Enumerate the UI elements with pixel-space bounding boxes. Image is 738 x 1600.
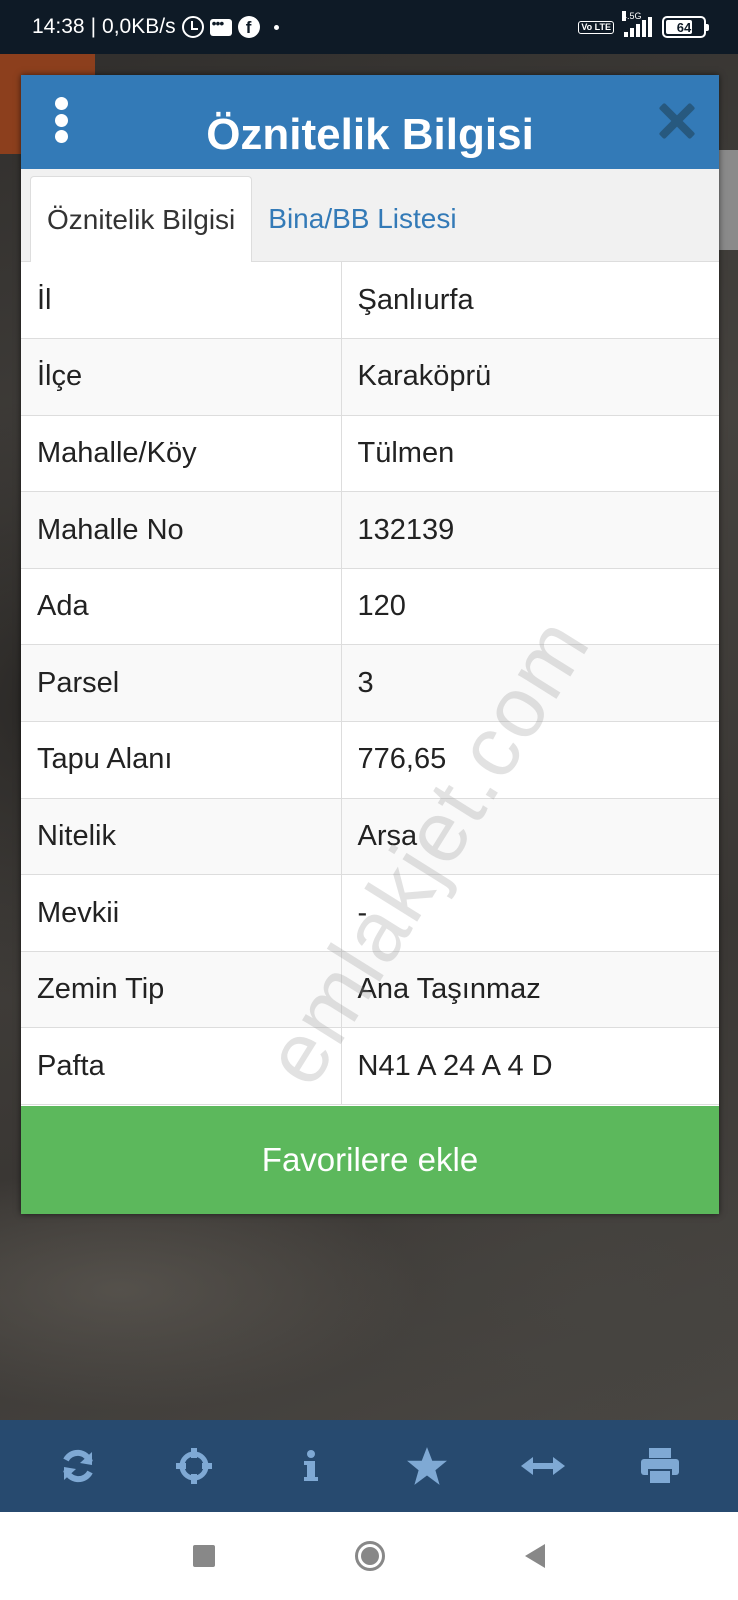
kebab-menu-icon[interactable] — [54, 97, 68, 143]
attribute-key: Zemin Tip — [21, 951, 342, 1029]
print-button[interactable] — [630, 1436, 690, 1496]
status-left: 14:38 | 0,0KB/s f — [32, 15, 279, 39]
table-row: Nitelik Arsa — [21, 798, 719, 876]
battery-level: 64 — [676, 19, 692, 35]
table-row: Ada 120 — [21, 568, 719, 646]
attribute-value: Tülmen — [341, 415, 719, 493]
measure-icon — [521, 1457, 566, 1475]
map-toolbar — [0, 1420, 738, 1512]
refresh-button[interactable] — [48, 1436, 108, 1496]
attribute-value: - — [341, 874, 719, 952]
battery-icon: 64 — [662, 16, 709, 38]
facebook-icon: f — [237, 16, 260, 38]
home-icon[interactable] — [355, 1541, 385, 1571]
table-row: İl Şanlıurfa — [21, 262, 719, 340]
volte-icon: Vo LTE — [578, 20, 614, 34]
attribute-value: Ana Taşınmaz — [341, 951, 719, 1029]
recent-apps-icon[interactable] — [193, 1545, 215, 1567]
attribute-value: Karaköprü — [341, 338, 719, 416]
status-time: 14:38 — [32, 15, 85, 38]
attribute-value: 132139 — [341, 491, 719, 569]
measure-button[interactable] — [513, 1436, 573, 1496]
table-row: İlçe Karaköprü — [21, 338, 719, 416]
table-row: Mahalle No 132139 — [21, 491, 719, 569]
system-nav-bar — [0, 1512, 738, 1600]
attribute-key: Mahalle No — [21, 491, 342, 569]
table-row: Tapu Alanı 776,65 — [21, 721, 719, 799]
crosshair-icon — [176, 1448, 213, 1484]
attribute-key: Tapu Alanı — [21, 721, 342, 799]
back-icon[interactable] — [525, 1544, 545, 1568]
attribute-key: Parsel — [21, 644, 342, 723]
attribute-key: Nitelik — [21, 798, 342, 876]
attribute-dialog: Öznitelik Bilgisi Öznitelik Bilgisi Bina… — [21, 75, 719, 1214]
status-right: Vo LTE 4.5G 64 — [578, 11, 709, 38]
alarm-icon — [181, 16, 204, 38]
tab-attribute-info[interactable]: Öznitelik Bilgisi — [30, 176, 253, 262]
attribute-value: 120 — [341, 568, 719, 646]
table-row: Parsel 3 — [21, 644, 719, 723]
network-type: 4.5G — [622, 11, 642, 21]
attribute-key: İl — [21, 262, 342, 340]
dialog-title: Öznitelik Bilgisi — [206, 110, 534, 159]
close-icon[interactable] — [659, 103, 695, 139]
table-row: Zemin Tip Ana Taşınmaz — [21, 951, 719, 1029]
favorites-button[interactable] — [397, 1436, 457, 1496]
attribute-value: Şanlıurfa — [341, 262, 719, 340]
attribute-key: Mevkii — [21, 874, 342, 952]
info-button[interactable] — [281, 1436, 341, 1496]
attribute-key: Ada — [21, 568, 342, 646]
info-icon — [303, 1450, 318, 1481]
print-icon — [640, 1448, 679, 1485]
add-favorite-button[interactable]: Favorilere ekle — [21, 1106, 719, 1214]
attribute-value: 776,65 — [341, 721, 719, 799]
tab-building-list[interactable]: Bina/BB Listesi — [252, 176, 472, 261]
attribute-value: Arsa — [341, 798, 719, 876]
locate-button[interactable] — [164, 1436, 224, 1496]
message-icon — [209, 15, 232, 36]
refresh-icon — [63, 1449, 94, 1483]
attribute-key: İlçe — [21, 338, 342, 416]
signal-icon: 4.5G — [622, 11, 652, 37]
attribute-value: N41 A 24 A 4 D — [341, 1027, 719, 1106]
table-row: Mevkii - — [21, 874, 719, 952]
table-row: Mahalle/Köy Tülmen — [21, 415, 719, 493]
status-speed: 0,0KB/s — [102, 15, 176, 38]
status-bar: 14:38 | 0,0KB/s f Vo LTE 4.5G 64 — [0, 0, 738, 54]
notification-dot-icon — [273, 24, 279, 30]
status-separator: | — [90, 15, 97, 38]
table-row: Pafta N41 A 24 A 4 D — [21, 1027, 719, 1106]
dialog-header: Öznitelik Bilgisi — [21, 75, 719, 169]
attribute-value: 3 — [341, 644, 719, 723]
star-icon — [407, 1447, 448, 1485]
attribute-key: Pafta — [21, 1027, 342, 1106]
tab-bar: Öznitelik Bilgisi Bina/BB Listesi — [21, 169, 719, 262]
attribute-key: Mahalle/Köy — [21, 415, 342, 493]
attribute-table: İl Şanlıurfa İlçe Karaköprü Mahalle/Köy Tülme… — [21, 262, 719, 1106]
